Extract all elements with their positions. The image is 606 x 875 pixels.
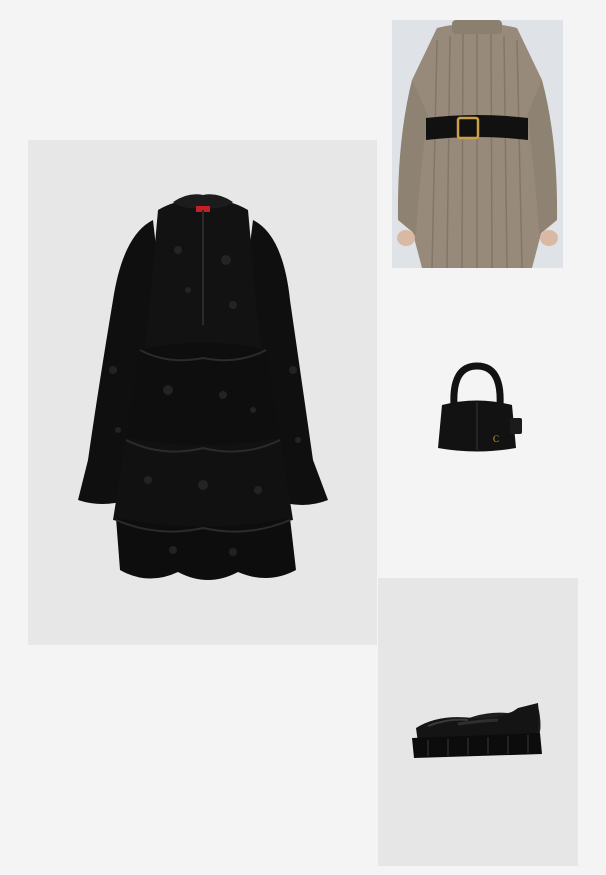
dress-image xyxy=(78,194,328,580)
product-tile-dress[interactable] xyxy=(28,140,377,645)
product-tile-sweater[interactable] xyxy=(392,20,563,268)
bag-logo: C xyxy=(493,434,499,444)
sweater-image xyxy=(397,20,558,268)
product-tile-bag[interactable]: C xyxy=(392,300,563,548)
bag-image: C xyxy=(438,362,522,452)
product-tile-shoes[interactable] xyxy=(378,578,578,866)
shoes-image xyxy=(412,703,542,758)
outfit-board: { "board": { "background": "#f4f4f4", "i… xyxy=(0,0,606,875)
